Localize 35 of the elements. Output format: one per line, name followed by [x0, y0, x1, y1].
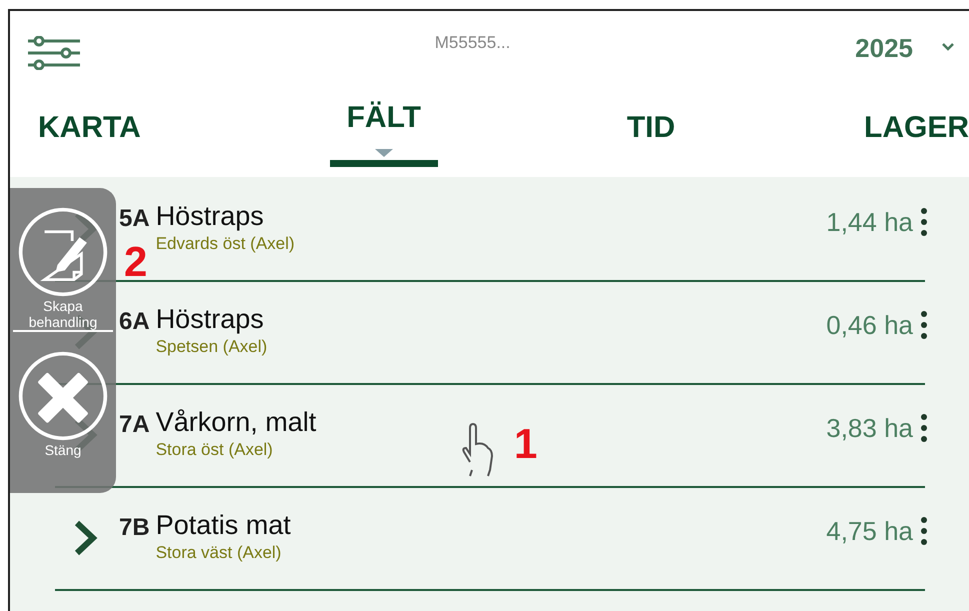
field-area: 4,75 ha	[826, 516, 913, 547]
caret-icon[interactable]	[941, 42, 955, 52]
crop-name[interactable]: Potatis mat	[156, 510, 291, 541]
step-number: 2	[124, 238, 148, 286]
action-button[interactable]: Skapa behandling	[13, 206, 113, 332]
field-area: 3,83 ha	[826, 413, 913, 444]
more-menu-icon[interactable]	[919, 516, 929, 546]
chevron-right-icon[interactable]	[73, 520, 99, 556]
field-code: 7B	[119, 514, 150, 542]
edit-note-icon	[17, 206, 109, 298]
filter-icon[interactable]	[28, 36, 80, 70]
field-code: 6A	[119, 308, 150, 336]
field-location: Spetsen (Axel)	[156, 337, 268, 357]
more-menu-icon[interactable]	[919, 310, 929, 340]
more-menu-icon[interactable]	[919, 207, 929, 237]
crop-name[interactable]: Vårkorn, malt	[156, 407, 316, 438]
crop-name[interactable]: Höstraps	[156, 304, 264, 335]
field-area: 1,44 ha	[826, 207, 913, 238]
tab[interactable]: FÄLT	[330, 101, 438, 167]
field-location: Stora öst (Axel)	[156, 440, 273, 460]
tab[interactable]: LAGER	[864, 111, 969, 163]
step-number: 1	[514, 420, 538, 468]
farm-title: M55555...	[434, 33, 512, 53]
crop-name[interactable]: Höstraps	[156, 201, 264, 232]
field-location: Stora väst (Axel)	[156, 543, 282, 563]
action-button[interactable]: Stäng	[13, 350, 113, 458]
more-menu-icon[interactable]	[919, 413, 929, 443]
field-location: Edvards öst (Axel)	[156, 234, 295, 254]
close-icon	[17, 350, 109, 442]
field-area: 0,46 ha	[826, 310, 913, 341]
field-code: 7A	[119, 411, 150, 439]
tab[interactable]: TID	[626, 111, 676, 163]
tab[interactable]: KARTA	[38, 111, 141, 163]
year-select[interactable]: 2025	[855, 33, 913, 64]
field-code: 5A	[119, 205, 150, 233]
